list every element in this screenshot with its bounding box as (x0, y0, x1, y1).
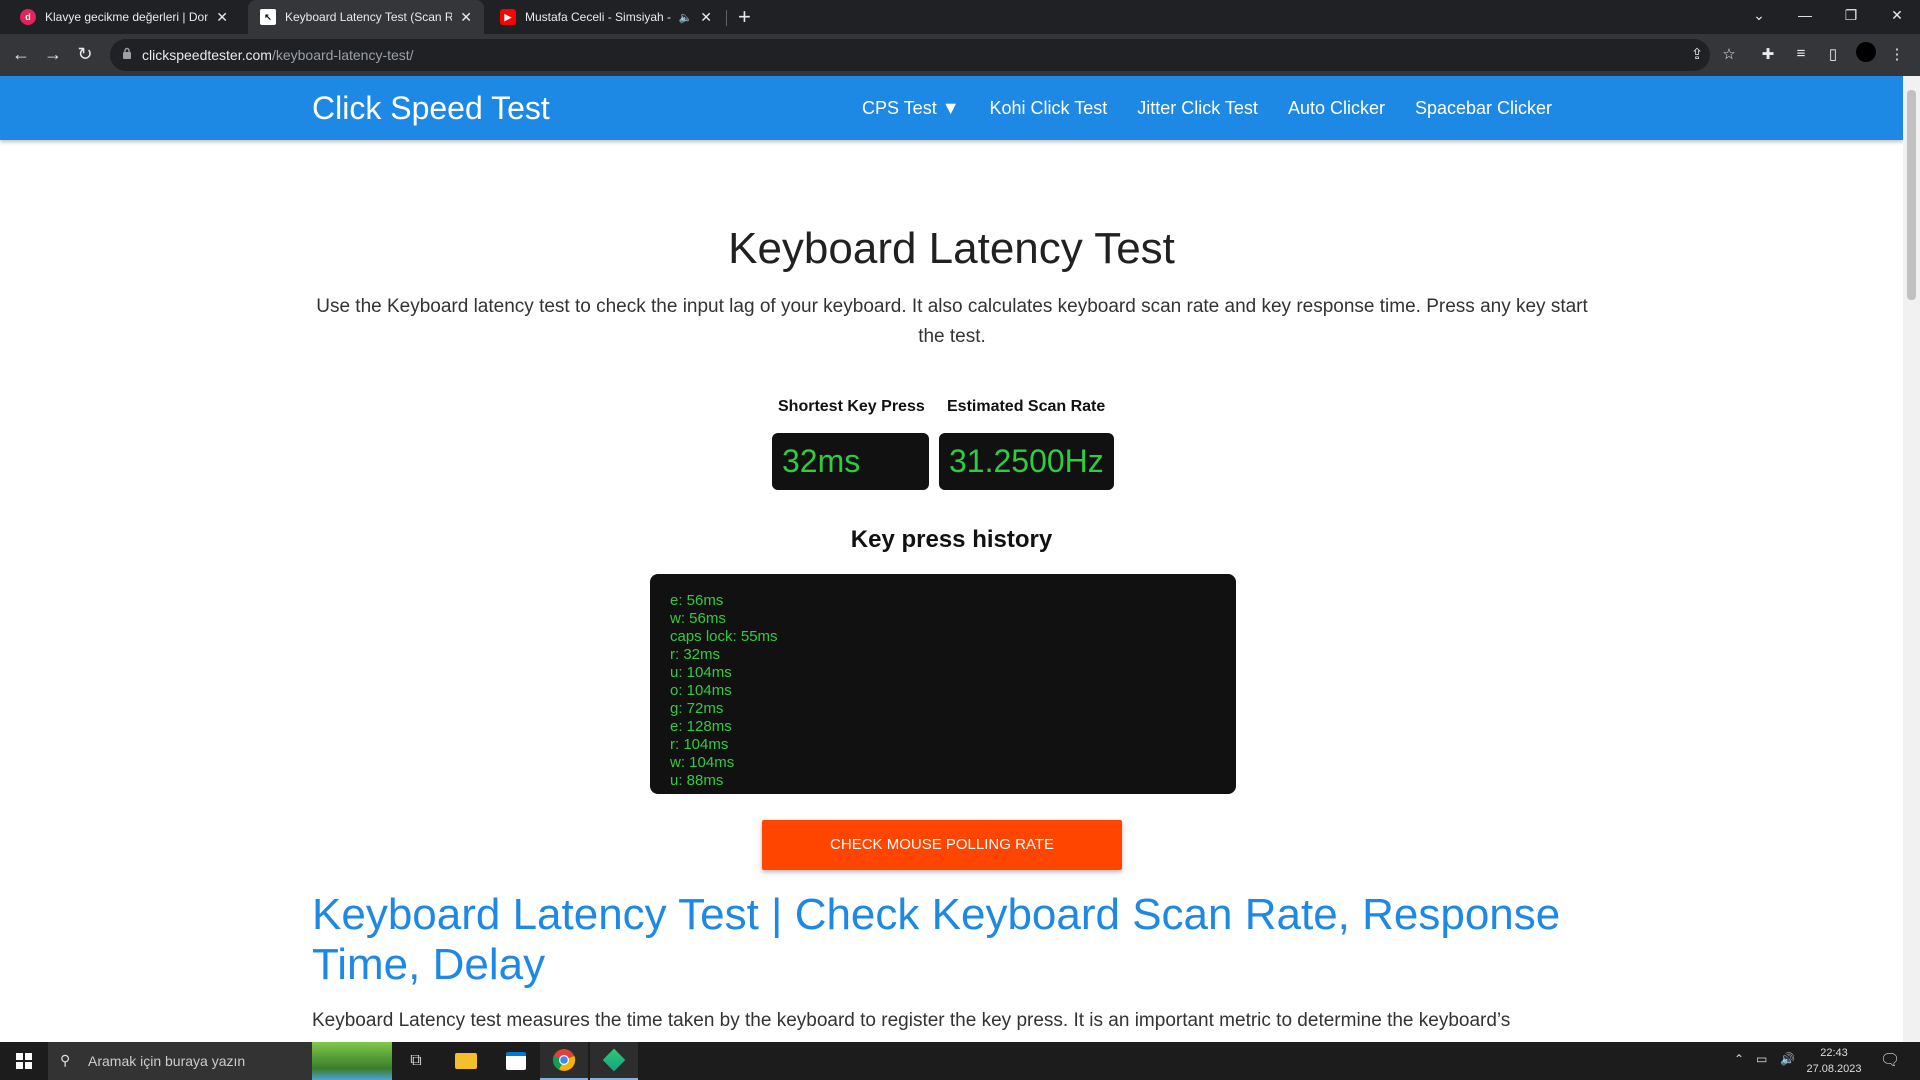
article-paragraph: Keyboard Latency test measures the time … (312, 1010, 1511, 1031)
clock-date: 27.08.2023 (1806, 1063, 1862, 1075)
url-text: clickspeedtester.com/keyboard-latency-te… (142, 47, 414, 63)
history-row: e: 56ms (670, 592, 724, 609)
shortest-key-press-label: Shortest Key Press (778, 398, 925, 415)
browser-tab-3[interactable]: ▶ Mustafa Ceceli - Simsiyah - Y 🔈 ✕ (488, 0, 724, 34)
check-mouse-polling-rate-button[interactable]: CHECK MOUSE POLLING RATE (762, 820, 1122, 870)
task-view-icon[interactable]: ⧉ (392, 1042, 440, 1080)
taskbar-clock[interactable]: 22:43 27.08.2023 (1806, 1045, 1862, 1077)
url-domain: clickspeedtester.com (142, 47, 272, 63)
nav-spacebar-clicker[interactable]: Spacebar Clicker (1415, 98, 1552, 119)
scan-rate-label: Estimated Scan Rate (947, 398, 1106, 415)
donanimhaber-favicon-icon: d (20, 9, 36, 25)
side-panel-icon[interactable]: ▯ (1822, 45, 1844, 63)
page-title: Keyboard Latency Test (728, 224, 1175, 273)
network-icon[interactable]: ▭ (1756, 1052, 1767, 1066)
restore-icon[interactable]: ❐ (1828, 0, 1874, 30)
search-icon: ⚲ (60, 1052, 71, 1068)
file-explorer-icon[interactable] (442, 1042, 490, 1080)
close-tab-icon[interactable]: ✕ (460, 9, 472, 26)
history-row: r: 104ms (670, 736, 729, 753)
media-control-icon[interactable]: ≡ (1790, 45, 1812, 62)
nav-kohi-click-test[interactable]: Kohi Click Test (990, 98, 1108, 119)
microsoft-store-icon[interactable] (492, 1042, 540, 1080)
search-placeholder: Aramak için buraya yazın (88, 1053, 246, 1069)
bookmark-star-icon[interactable]: ☆ (1718, 45, 1740, 63)
speaker-icon[interactable]: 🔈 (679, 11, 693, 24)
key-press-history-log: e: 56ms w: 56ms caps lock: 55ms r: 32ms … (650, 574, 1236, 794)
profile-avatar-icon[interactable] (1855, 42, 1877, 66)
scrollbar-thumb[interactable] (1907, 90, 1916, 300)
history-row: g: 72ms (670, 700, 724, 717)
history-row: w: 56ms (670, 610, 726, 627)
key-press-history-title: Key press history (850, 526, 1053, 553)
tab-search-icon[interactable]: ⌄ (1736, 0, 1782, 30)
webpage: Click Speed Test CPS Test ▼ Kohi Click T… (0, 76, 1903, 1042)
windows-taskbar: ⚲ Aramak için buraya yazın ⧉ ⌃ ▭ 🔊 22:43… (0, 1042, 1920, 1080)
clock-time: 22:43 (1820, 1047, 1848, 1059)
reload-icon[interactable]: ↻ (73, 44, 97, 65)
nav-auto-clicker[interactable]: Auto Clicker (1288, 98, 1385, 119)
nav-cps-test[interactable]: CPS Test ▼ (862, 98, 960, 119)
tab-title: Mustafa Ceceli - Simsiyah - Y (525, 10, 673, 24)
intro-text: Use the Keyboard latency test to check t… (316, 296, 1588, 347)
history-row: caps lock: 55ms (670, 628, 778, 645)
page-scrollbar[interactable] (1903, 76, 1920, 1042)
new-tab-icon[interactable]: + (738, 4, 751, 30)
nav-jitter-click-test[interactable]: Jitter Click Test (1137, 98, 1258, 119)
notification-icon[interactable]: 🗨 (1880, 1050, 1900, 1070)
chrome-icon[interactable] (540, 1042, 588, 1080)
app-cube-icon[interactable] (590, 1042, 638, 1080)
close-tab-icon[interactable]: ✕ (216, 9, 228, 26)
back-icon[interactable]: ← (9, 44, 33, 65)
site-navbar: Click Speed Test CPS Test ▼ Kohi Click T… (0, 76, 1903, 140)
close-tab-icon[interactable]: ✕ (700, 9, 712, 26)
scan-rate-value: 31.2500Hz (939, 433, 1114, 490)
history-row: w: 104ms (670, 754, 735, 771)
history-row: r: 32ms (670, 646, 721, 663)
tab-title: Keyboard Latency Test (Scan Rate (285, 10, 453, 24)
url-path: /keyboard-latency-test/ (271, 47, 414, 63)
minimize-icon[interactable]: — (1782, 0, 1828, 30)
menu-kebab-icon[interactable]: ⋮ (1886, 45, 1908, 63)
youtube-favicon-icon: ▶ (500, 9, 516, 25)
browser-toolbar: ← → ↻ clickspeedtester.com/keyboard-late… (0, 34, 1920, 76)
site-nav: CPS Test ▼ Kohi Click Test Jitter Click … (862, 98, 1552, 119)
article-heading: Keyboard Latency Test | Check Keyboard S… (312, 890, 1561, 989)
taskbar-search[interactable]: ⚲ Aramak için buraya yazın (48, 1042, 392, 1080)
volume-icon[interactable]: 🔊 (1780, 1052, 1795, 1066)
browser-tab-2[interactable]: ↖ Keyboard Latency Test (Scan Rate ✕ (248, 0, 484, 34)
history-row: e: 128ms (670, 718, 732, 735)
tab-title: Klavye gecikme değerleri | Donan (45, 10, 209, 24)
history-row: u: 104ms (670, 664, 732, 681)
lock-icon (123, 47, 131, 59)
browser-tabstrip: d Klavye gecikme değerleri | Donan ✕ ↖ K… (0, 0, 1920, 34)
address-bar[interactable]: clickspeedtester.com/keyboard-latency-te… (110, 39, 1710, 71)
history-row: o: 104ms (670, 682, 732, 699)
show-hidden-icons-icon[interactable]: ⌃ (1734, 1052, 1744, 1066)
tab-separator (726, 10, 727, 26)
forward-icon[interactable]: → (41, 44, 65, 65)
share-icon[interactable]: ⇪ (1686, 45, 1708, 63)
shortest-key-press-value: 32ms (772, 433, 929, 490)
clickspeedtester-favicon-icon: ↖ (260, 9, 276, 25)
windows-start-icon[interactable] (0, 1042, 48, 1080)
browser-tab-1[interactable]: d Klavye gecikme değerleri | Donan ✕ (8, 0, 240, 34)
extensions-icon[interactable]: ✚ (1757, 45, 1779, 63)
search-highlight-image (312, 1042, 392, 1080)
history-row: u: 88ms (670, 772, 724, 789)
close-window-icon[interactable]: ✕ (1874, 0, 1920, 30)
site-brand[interactable]: Click Speed Test (312, 90, 550, 127)
